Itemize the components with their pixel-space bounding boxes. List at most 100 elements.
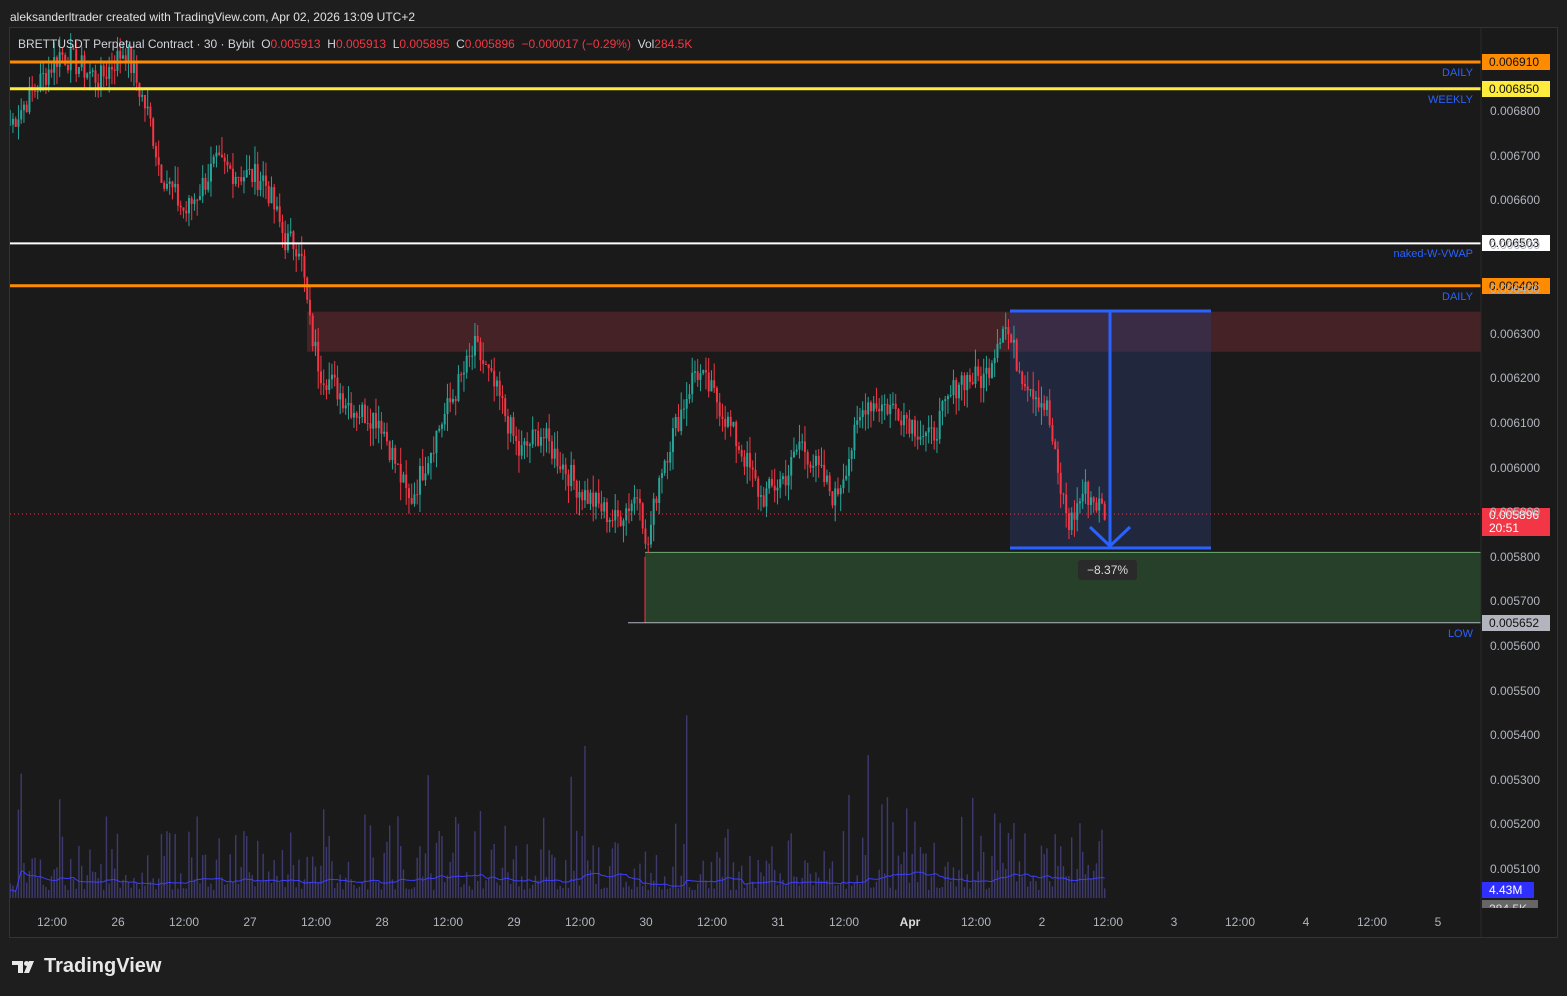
candle-body [968,374,971,382]
candle [710,370,713,392]
candle [209,146,212,197]
candle-body [281,221,284,234]
candle-body [132,63,135,74]
candle [240,166,243,186]
candle [435,430,438,468]
symbol-title[interactable]: BRETTUSDT Perpetual Contract · 30 · Bybi… [18,37,255,51]
candle-body [603,502,606,512]
candle [627,493,630,524]
candle-body [465,355,468,373]
candle-body [83,55,86,78]
candle [894,393,897,421]
candle-body [729,416,732,427]
candle [801,433,804,451]
price-axis-label: 0.006000 [1490,460,1541,475]
candle-body [10,124,12,126]
candle-body [53,57,56,73]
candle [559,451,562,473]
candle-body [330,374,333,380]
candle [157,140,160,177]
candle-body [259,181,262,190]
candle [952,369,955,405]
candle-body [102,65,105,77]
candle-body [836,488,839,495]
candle-body [1040,403,1043,408]
candle-body [273,187,276,210]
candle-body [152,118,155,146]
candle [735,420,738,464]
candle-body [889,404,892,415]
candle-body [1081,493,1084,502]
candle-body [86,73,89,78]
candle-body [564,464,567,475]
tradingview-logo[interactable]: TradingView [12,955,161,978]
candle-body [179,205,182,208]
candle-body [377,420,380,429]
candle [201,165,204,204]
candle-body [682,408,685,410]
candle [421,448,424,481]
candle [154,142,157,167]
volume-ma-tag: 4.43M [1482,882,1534,898]
candle-body [462,372,465,375]
candle [798,424,801,459]
candle-body [795,449,798,452]
candle-body [275,206,278,210]
candle-body [828,475,831,492]
candle-body [1034,397,1037,400]
candle-body [47,69,50,85]
candle [42,61,45,92]
candle [666,451,669,480]
candle [567,469,570,504]
candle-body [1037,397,1040,408]
candle [622,518,625,543]
candle-body [1051,425,1054,442]
candle-body [768,479,771,489]
candle-body [696,371,699,380]
candle [319,355,322,395]
time-axis-label: 3 [1170,915,1178,929]
candle [655,496,658,511]
level-price-tag: 0.006910 [1482,53,1550,70]
measure-percent-label: −8.37% [1078,560,1138,580]
candle [278,193,281,228]
candle-body [77,67,80,74]
candle [966,372,969,408]
candle [817,449,820,478]
candle [355,411,358,431]
candle [77,66,80,78]
candle [215,145,218,168]
candle-body [1054,441,1057,450]
candle [638,489,641,521]
candle-body [501,395,504,399]
candle-body [212,156,215,164]
candle [594,491,597,520]
candle [636,489,639,511]
candle-body [237,176,240,178]
candle [633,485,636,516]
support-zone [645,552,1481,623]
price-chart[interactable] [10,28,1557,937]
candle-body [451,398,454,403]
candle [927,415,930,444]
time-axis-label: 31 [771,915,785,929]
candle [300,236,303,272]
candle-body [938,410,941,440]
candle-body [746,452,749,467]
time-axis-label: 12:00 [960,915,992,929]
candle-body [812,465,815,468]
candle-body [20,110,23,120]
candle-body [1095,502,1098,511]
candle [842,463,845,494]
candle [275,196,278,212]
candle-body [977,366,980,376]
candle-body [589,492,592,504]
chart-frame[interactable] [9,27,1558,938]
candle-body [655,498,658,503]
candle-body [303,256,306,278]
candle [886,398,889,416]
candle [985,355,988,392]
candle [979,366,982,403]
candle-body [297,253,300,257]
candle [284,220,287,259]
